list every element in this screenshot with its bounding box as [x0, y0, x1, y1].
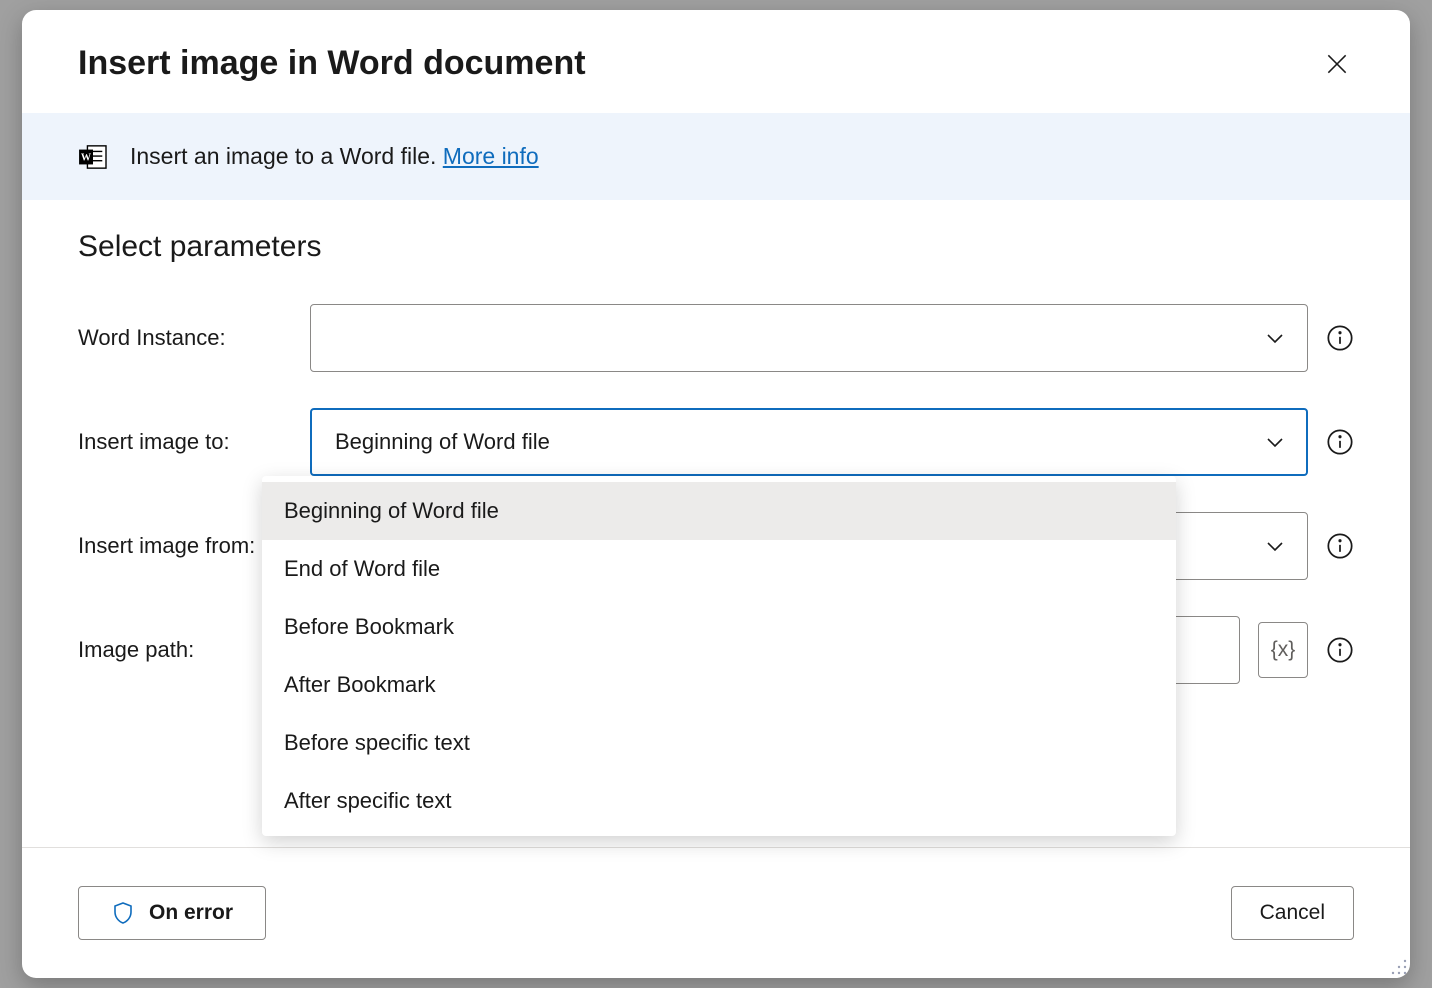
insert-to-select[interactable]: Beginning of Word file: [310, 408, 1308, 476]
dropdown-option[interactable]: After specific text: [262, 772, 1176, 830]
on-error-button[interactable]: On error: [78, 886, 266, 940]
section-title: Select parameters: [78, 230, 1354, 264]
param-row-word-instance: Word Instance:: [78, 304, 1354, 372]
info-icon[interactable]: [1326, 428, 1354, 456]
select-value: Beginning of Word file: [335, 429, 550, 455]
banner-description: Insert an image to a Word file.: [130, 143, 443, 169]
close-icon: [1324, 51, 1350, 77]
on-error-label: On error: [149, 901, 233, 925]
resize-grip-icon[interactable]: [1390, 958, 1408, 976]
dialog-title: Insert image in Word document: [78, 44, 586, 83]
insert-to-dropdown: Beginning of Word file End of Word file …: [262, 476, 1176, 836]
more-info-link[interactable]: More info: [443, 143, 539, 169]
dialog-footer: On error Cancel: [22, 847, 1410, 978]
chevron-down-icon: [1263, 430, 1287, 454]
variable-button[interactable]: {x}: [1258, 622, 1308, 678]
word-instance-select[interactable]: [310, 304, 1308, 372]
info-icon[interactable]: [1326, 532, 1354, 560]
param-row-insert-to: Insert image to: Beginning of Word file …: [78, 408, 1354, 476]
shield-icon: [111, 901, 135, 925]
dropdown-option[interactable]: Beginning of Word file: [262, 482, 1176, 540]
dropdown-option[interactable]: End of Word file: [262, 540, 1176, 598]
chevron-down-icon: [1263, 534, 1287, 558]
dropdown-option[interactable]: Before specific text: [262, 714, 1176, 772]
banner-text: Insert an image to a Word file. More inf…: [130, 143, 539, 170]
word-icon: W: [78, 144, 108, 170]
info-icon[interactable]: [1326, 324, 1354, 352]
chevron-down-icon: [1263, 326, 1287, 350]
param-label: Word Instance:: [78, 325, 310, 351]
dialog-content: Select parameters Word Instance: Insert …: [22, 200, 1410, 847]
close-button[interactable]: [1320, 47, 1354, 81]
info-banner: W Insert an image to a Word file. More i…: [22, 113, 1410, 200]
dialog-header: Insert image in Word document: [22, 10, 1410, 113]
cancel-button[interactable]: Cancel: [1231, 886, 1354, 940]
dropdown-option[interactable]: Before Bookmark: [262, 598, 1176, 656]
variable-icon: {x}: [1271, 638, 1296, 662]
dropdown-option[interactable]: After Bookmark: [262, 656, 1176, 714]
dialog: Insert image in Word document W Insert a…: [22, 10, 1410, 978]
cancel-label: Cancel: [1260, 901, 1325, 924]
info-icon[interactable]: [1326, 636, 1354, 664]
svg-text:W: W: [81, 152, 92, 163]
param-label: Insert image to:: [78, 429, 310, 455]
